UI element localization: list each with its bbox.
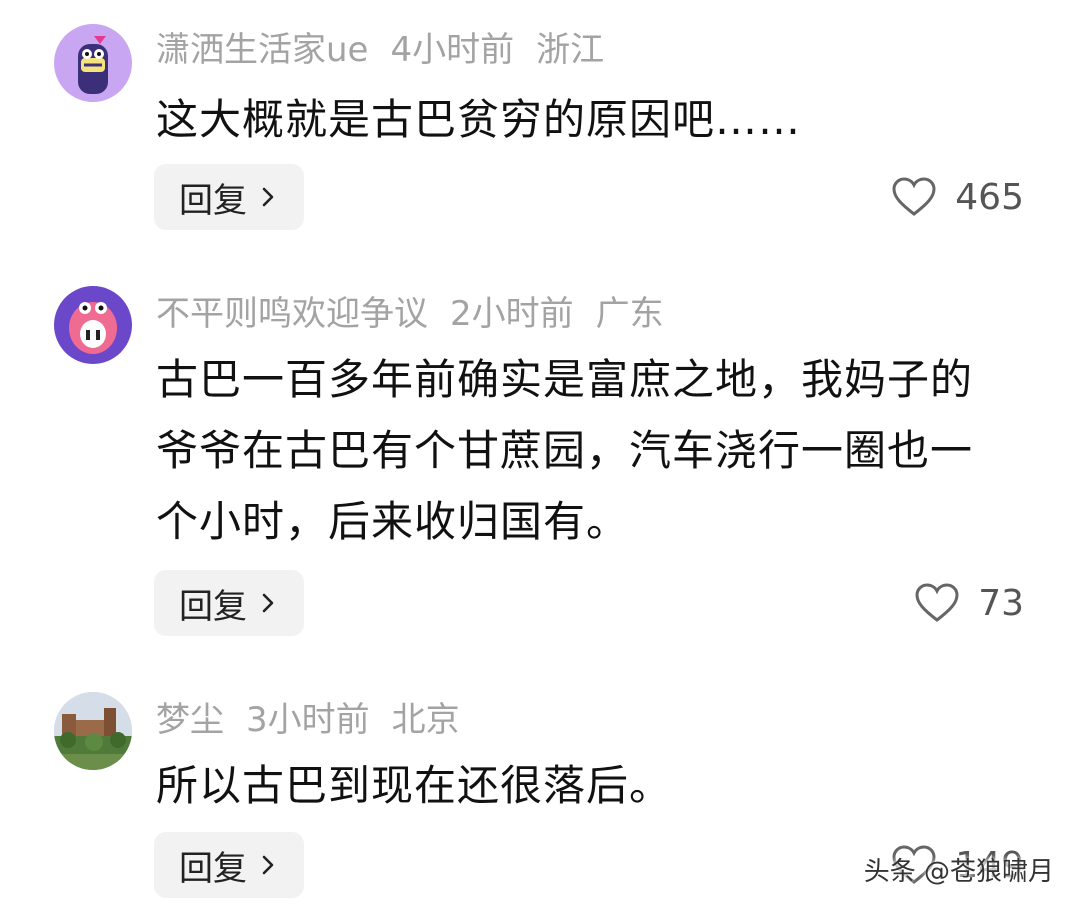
comment-text: 这大概就是古巴贫穷的原因吧……: [156, 95, 802, 144]
comment-meta: 不平则鸣欢迎争议 2小时前 广东: [156, 294, 686, 334]
comment-text: 古巴一百多年前确实是富庶之地，我妈子的爷爷在古巴有个甘蔗园，汽车浇行一圈也一个小…: [156, 355, 974, 546]
username[interactable]: 梦尘: [156, 700, 224, 740]
comment-list: 潇洒生活家ue 4小时前 浙江 这大概就是古巴贫穷的原因吧…… 回复 465 不…: [0, 0, 1080, 910]
comment-location: 北京: [391, 700, 460, 740]
reply-label: 回复: [179, 180, 247, 221]
like-button[interactable]: 465: [891, 164, 1024, 230]
heart-icon: [892, 177, 936, 216]
chevron-right-icon: [262, 187, 274, 207]
castle-landscape-icon: [54, 692, 132, 770]
comment-text: 所以古巴到现在还很落后。: [156, 761, 673, 810]
like-count: 73: [978, 582, 1024, 624]
comment-meta: 梦尘 3小时前 北京: [156, 700, 482, 740]
username[interactable]: 潇洒生活家ue: [156, 30, 368, 70]
chevron-right-icon: [262, 593, 274, 613]
comment-time: 2小时前: [450, 294, 574, 334]
cartoon-character-icon: [78, 36, 108, 94]
heart-icon: [915, 583, 959, 622]
comment-location: 广东: [595, 294, 664, 334]
avatar[interactable]: [54, 692, 132, 770]
avatar[interactable]: [54, 286, 132, 364]
watermark: 头条 @苍狼啸月: [863, 857, 1054, 887]
reply-label: 回复: [179, 848, 247, 889]
chevron-right-icon: [262, 855, 274, 875]
comment-time: 3小时前: [246, 700, 370, 740]
reply-label: 回复: [179, 586, 247, 627]
comment-meta: 潇洒生活家ue 4小时前 浙江: [156, 30, 626, 70]
comment-time: 4小时前: [390, 30, 515, 70]
like-button[interactable]: 73: [914, 570, 1024, 636]
screaming-face-icon: [69, 302, 117, 354]
comment-location: 浙江: [536, 30, 605, 70]
username[interactable]: 不平则鸣欢迎争议: [156, 294, 428, 334]
avatar[interactable]: [54, 24, 132, 102]
reply-button[interactable]: 回复: [154, 164, 304, 230]
like-count: 465: [955, 176, 1024, 218]
reply-button[interactable]: 回复: [154, 570, 304, 636]
reply-button[interactable]: 回复: [154, 832, 304, 898]
